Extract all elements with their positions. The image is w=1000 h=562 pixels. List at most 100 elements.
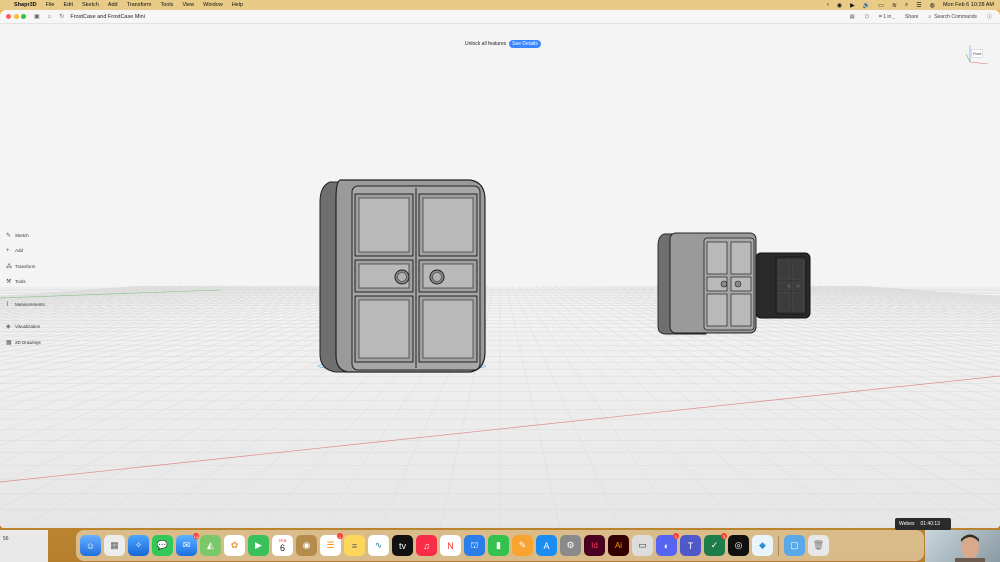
left-toolbar: ✎ Sketch + Add ⁂ Transform ⚒ Tools ⌇ Mea… — [6, 230, 45, 348]
indesign-icon[interactable]: Id — [584, 535, 605, 556]
unlock-text: Unlock all features — [465, 41, 507, 47]
menu-tools[interactable]: Tools — [160, 2, 173, 8]
mail-badge: 14 — [192, 533, 199, 539]
wifi-icon[interactable]: ≋ — [892, 2, 897, 9]
launchpad-icon[interactable]: ▦ — [104, 535, 125, 556]
menu-sketch[interactable]: Sketch — [82, 2, 99, 8]
checkmark-app-icon[interactable]: ✓ 3 — [704, 533, 727, 556]
messages-icon[interactable]: 💬 — [152, 535, 173, 556]
numbers-icon[interactable]: ▮ — [488, 535, 509, 556]
ruler-icon: ⌇ — [6, 301, 9, 308]
tool-transform[interactable]: ⁂ Transform — [6, 261, 45, 271]
tool-add[interactable]: + Add — [6, 246, 45, 256]
minimize-button[interactable] — [13, 14, 19, 19]
3d-viewport[interactable]: Unlock all features See Details Front ✎ … — [0, 24, 1000, 528]
home-icon[interactable]: ⌂ — [48, 14, 52, 20]
drawings-icon: ▦ — [6, 340, 12, 347]
tool-measurements-label: Measurements — [15, 301, 45, 307]
plus-icon: + — [6, 247, 10, 254]
menu-app-name[interactable]: Shapr3D — [14, 2, 37, 8]
dock-separator — [778, 535, 779, 556]
app-store-icon[interactable]: A — [536, 535, 557, 556]
thumbnail-text: 56 — [3, 536, 9, 542]
webex-timer: 01:40:13 — [920, 521, 940, 527]
zoom-button[interactable] — [21, 14, 26, 19]
play-icon[interactable]: ▶ — [850, 2, 855, 9]
safari-icon[interactable]: ✧ — [128, 535, 149, 556]
webex-app-icon[interactable]: ◎ — [728, 535, 749, 556]
search-icon[interactable]: ⌕ — [905, 2, 908, 9]
menu-edit[interactable]: Edit — [64, 2, 73, 8]
maps-icon[interactable]: ◭ — [200, 535, 221, 556]
search-commands[interactable]: ⌕ Search Commands — [928, 14, 977, 20]
teams-icon[interactable]: T — [680, 535, 701, 556]
siri-icon[interactable]: ◍ — [930, 2, 935, 9]
keynote-icon[interactable]: ⛫ — [464, 535, 485, 556]
close-button[interactable] — [6, 14, 11, 19]
menu-window[interactable]: Window — [203, 2, 223, 8]
facetime-icon[interactable]: ▶ — [248, 535, 269, 556]
titlebar: ▣ ⌂ ↻ FrostCase and FrostCase Mini ▤ ⬡ ⌗… — [0, 10, 1000, 24]
webex-camera-preview[interactable] — [925, 530, 1000, 562]
tool-sketch-label: Sketch — [15, 232, 29, 238]
menu-file[interactable]: File — [46, 2, 55, 8]
calendar-day: 6 — [279, 543, 285, 553]
view-cube[interactable]: Front — [964, 42, 990, 68]
clock[interactable]: Mon Feb 6 10:28 AM — [943, 2, 994, 8]
shapr3d-icon[interactable]: ◆ — [752, 535, 773, 556]
units-value: 1 in — [883, 13, 892, 20]
webex-meeting-bar[interactable]: Webex 01:40:13 — [895, 518, 951, 530]
volume-icon[interactable]: 🔊 — [863, 2, 870, 9]
contacts-icon[interactable]: ◉ — [296, 535, 317, 556]
see-details-button[interactable]: See Details — [509, 40, 541, 48]
pencil-icon: ✎ — [6, 232, 12, 239]
illustrator-icon[interactable]: Ai — [608, 535, 629, 556]
music-icon[interactable]: ♫ — [416, 535, 437, 556]
tool-measurements[interactable]: ⌇ Measurements — [6, 299, 45, 309]
participant-video-icon — [955, 534, 985, 562]
photos-icon[interactable]: ✿ — [224, 535, 245, 556]
trash-icon[interactable]: 🗑 — [808, 535, 829, 556]
mail-icon[interactable]: ✉ 14 — [176, 533, 199, 556]
menu-add[interactable]: Add — [108, 2, 118, 8]
tool-2d-drawings[interactable]: ▦ 2D Drawings — [6, 338, 45, 348]
finder-icon[interactable]: ☺ — [80, 535, 101, 556]
refresh-icon[interactable]: ↻ — [59, 13, 64, 20]
control-center-icon[interactable]: ☰ — [916, 2, 921, 9]
tool-visualization[interactable]: ◈ Visualization — [6, 322, 45, 332]
sidebar-icon[interactable]: ▣ — [34, 13, 40, 20]
layers-icon[interactable]: ▤ — [850, 14, 855, 20]
system-settings-icon[interactable]: ⚙ — [560, 535, 581, 556]
frostcase-mini-black-model — [755, 252, 811, 319]
lock-icon[interactable]: ⬡ — [865, 14, 869, 20]
help-icon[interactable]: ⓘ — [987, 13, 992, 20]
chevron-left-icon[interactable]: ‹ — [827, 2, 829, 8]
menu-transform[interactable]: Transform — [127, 2, 152, 8]
background-window-thumbnail[interactable]: 56 — [0, 530, 48, 562]
tool-sketch[interactable]: ✎ Sketch — [6, 230, 45, 240]
document-title[interactable]: FrostCase and FrostCase Mini — [70, 14, 145, 20]
downloads-folder-icon[interactable]: ▢ — [784, 535, 805, 556]
pages-icon[interactable]: ✎ — [512, 535, 533, 556]
reminders-badge: 1 — [337, 533, 343, 539]
share-button[interactable]: Share — [905, 14, 918, 20]
teams-badge: 3 — [721, 533, 727, 539]
search-icon: ⌕ — [928, 13, 932, 20]
menu-help[interactable]: Help — [232, 2, 243, 8]
status-icon[interactable]: ◉ — [837, 2, 842, 9]
notes-icon[interactable]: ≡ — [344, 535, 365, 556]
discord-icon[interactable]: ◐ 1 — [656, 533, 679, 556]
tool-tools[interactable]: ⚒ Tools — [6, 277, 45, 287]
reminders-icon[interactable]: ☰ 1 — [320, 533, 343, 556]
preview-icon[interactable]: ▭ — [632, 535, 653, 556]
battery-icon[interactable]: ▭ — [878, 2, 884, 9]
units-selector[interactable]: ⌗ 1 in ⌄ — [879, 14, 895, 20]
apple-tv-icon[interactable]: tv — [392, 535, 413, 556]
news-icon[interactable]: N — [440, 535, 461, 556]
freeform-icon[interactable]: ∿ — [368, 535, 389, 556]
view-cube-front-face[interactable]: Front — [971, 49, 983, 58]
menu-view[interactable]: View — [182, 2, 194, 8]
ground-grid — [0, 179, 1000, 528]
wrench-icon: ⚒ — [6, 279, 12, 286]
calendar-icon[interactable]: FEB 6 — [272, 535, 293, 556]
